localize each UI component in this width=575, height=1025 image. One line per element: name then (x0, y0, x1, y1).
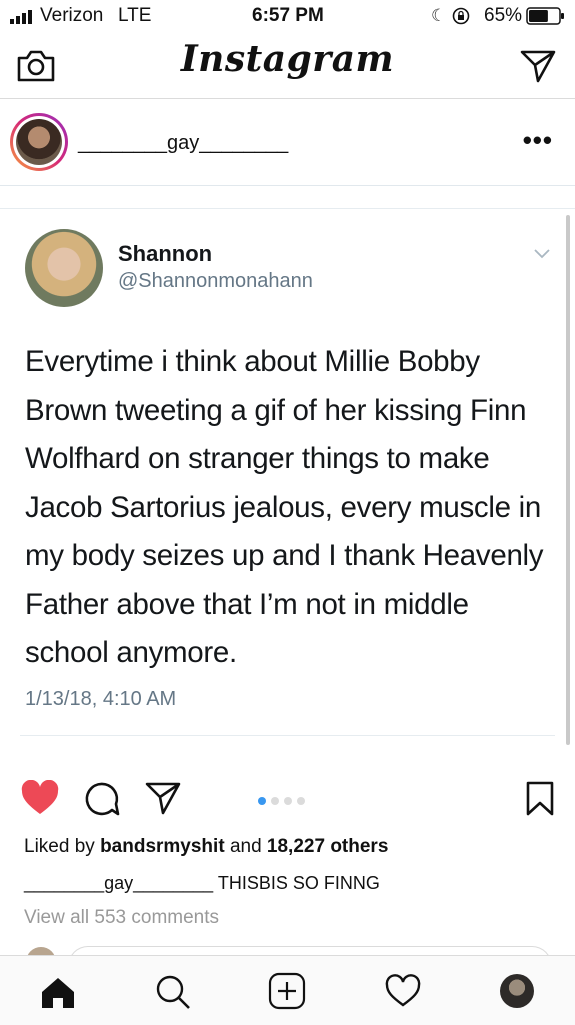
search-icon[interactable] (155, 974, 191, 1010)
likes-count[interactable]: 18,227 others (267, 836, 388, 857)
direct-message-icon[interactable] (519, 48, 557, 84)
bookmark-icon[interactable] (524, 780, 556, 818)
share-icon[interactable] (144, 780, 182, 816)
tweet-date: 1/13/18, 4:10 AM (25, 688, 177, 710)
profile-tab-avatar[interactable] (500, 974, 534, 1008)
tab-bar (0, 955, 575, 1025)
scrollbar (566, 215, 570, 745)
signal-icon (10, 10, 32, 24)
moon-icon: ☾ (431, 6, 447, 25)
likes-prefix: Liked by (24, 836, 95, 857)
view-comments-link[interactable]: View all 553 comments (24, 907, 219, 929)
post-image: Shannon @Shannonmonahann Everytime i thi… (0, 185, 575, 751)
caption-user[interactable]: ________gay________ (24, 873, 213, 893)
likes-summary[interactable]: Liked by bandsrmyshit and 18,227 others (24, 836, 388, 858)
image-top-divider (0, 208, 575, 209)
carrier-label: Verizon (40, 5, 104, 26)
tweet-bottom-divider (20, 735, 555, 736)
tweet-text: Everytime i think about Millie Bobby Bro… (25, 345, 544, 669)
tweet-author-name: Shannon (118, 241, 213, 266)
more-options-icon[interactable]: ••• (523, 125, 553, 156)
tweet-avatar (25, 229, 103, 307)
carousel-dot (297, 797, 305, 805)
rotation-lock-icon (452, 7, 470, 25)
clock: 6:57 PM (252, 5, 324, 26)
carousel-indicator (258, 792, 310, 810)
avatar-frame (13, 116, 65, 168)
heart-filled-icon[interactable] (20, 780, 60, 816)
caption: ________gay________ THISBIS SO FINNG (24, 873, 380, 894)
comment-icon[interactable] (82, 780, 122, 818)
post-username[interactable]: ________gay________ (78, 132, 288, 155)
activity-heart-icon[interactable] (384, 974, 422, 1008)
likes-middle: and (229, 836, 262, 857)
caption-text: THISBIS SO FINNG (217, 873, 380, 893)
status-bar: Verizon LTE 6:57 PM ☾ 65% (0, 0, 575, 32)
post-header: ________gay________ ••• (0, 99, 575, 185)
home-icon[interactable] (40, 976, 76, 1010)
story-ring[interactable] (10, 113, 68, 171)
carousel-dot (284, 797, 292, 805)
network-label: LTE (118, 5, 152, 26)
chevron-down-icon (534, 249, 550, 259)
app-title: Instagram (180, 38, 395, 80)
likes-user[interactable]: bandsrmyshit (100, 836, 225, 857)
avatar (16, 119, 62, 165)
battery-icon (526, 7, 564, 25)
new-post-icon[interactable] (268, 972, 306, 1010)
carousel-dot (258, 797, 266, 805)
carousel-dot (271, 797, 279, 805)
tweet-author-handle: @Shannonmonahann (118, 270, 313, 292)
post-actions (0, 770, 575, 830)
app-header: Instagram (0, 32, 575, 99)
battery-percent: 65% (484, 5, 523, 26)
